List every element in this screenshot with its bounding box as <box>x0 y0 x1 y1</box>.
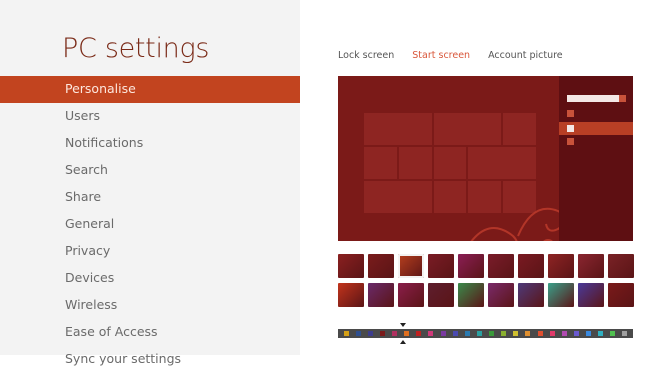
color-swatch[interactable] <box>452 331 458 336</box>
tile <box>433 147 467 179</box>
charm-square <box>567 138 574 145</box>
color-swatch[interactable] <box>440 331 446 336</box>
sidebar-item-devices[interactable]: Devices <box>0 265 300 292</box>
sidebar-item-search[interactable]: Search <box>0 157 300 184</box>
color-swatch[interactable] <box>476 331 482 336</box>
color-swatch[interactable] <box>586 331 592 336</box>
color-slider-thumb-bottom[interactable] <box>400 340 406 344</box>
tile <box>364 181 432 213</box>
settings-nav: Personalise Users Notifications Search Share… <box>0 76 300 373</box>
sidebar: PC settings Personalise Users Notification… <box>0 0 300 366</box>
sidebar-item-general[interactable]: General <box>0 211 300 238</box>
color-swatch[interactable] <box>610 331 616 336</box>
color-swatch[interactable] <box>525 331 531 336</box>
tile <box>468 147 536 179</box>
charms-panel <box>559 76 633 241</box>
sidebar-item-share[interactable]: Share <box>0 184 300 211</box>
tab-lock-screen[interactable]: Lock screen <box>338 50 394 61</box>
color-swatch[interactable] <box>343 331 349 336</box>
sidebar-item-privacy[interactable]: Privacy <box>0 238 300 265</box>
start-screen-preview <box>338 76 633 241</box>
tile <box>433 113 502 145</box>
sidebar-item-ease-of-access[interactable]: Ease of Access <box>0 319 300 346</box>
pattern-thumbnail[interactable] <box>488 283 514 307</box>
pattern-thumbnail[interactable] <box>338 254 364 278</box>
tile <box>364 147 397 179</box>
pattern-thumbnail[interactable] <box>458 254 484 278</box>
pattern-thumbnail[interactable] <box>428 254 454 278</box>
pattern-thumbnail[interactable] <box>458 283 484 307</box>
tile <box>364 113 432 145</box>
sidebar-item-personalise[interactable]: Personalise <box>0 76 300 103</box>
color-swatch[interactable] <box>392 331 398 336</box>
pattern-thumbnail[interactable] <box>338 283 364 307</box>
pattern-thumbnail[interactable] <box>578 283 604 307</box>
color-swatch[interactable] <box>537 331 543 336</box>
color-slider-thumb-top[interactable] <box>400 323 406 327</box>
sidebar-item-wireless[interactable]: Wireless <box>0 292 300 319</box>
pattern-thumbnail[interactable] <box>548 283 574 307</box>
tile <box>503 113 536 145</box>
color-swatch[interactable] <box>428 331 434 336</box>
pattern-thumbnail[interactable] <box>578 254 604 278</box>
color-swatch[interactable] <box>404 331 410 336</box>
color-swatch[interactable] <box>416 331 422 336</box>
color-swatch[interactable] <box>489 331 495 336</box>
page-title: PC settings <box>62 33 210 64</box>
pattern-thumbnail[interactable] <box>368 254 394 278</box>
color-swatch[interactable] <box>501 331 507 336</box>
charm-square <box>567 125 574 132</box>
tab-start-screen[interactable]: Start screen <box>412 50 470 61</box>
pattern-thumbnail[interactable] <box>518 283 544 307</box>
pattern-thumbnail[interactable] <box>518 254 544 278</box>
color-swatch[interactable] <box>513 331 519 336</box>
tile <box>398 147 432 179</box>
personalize-tabs: Lock screen Start screen Account picture <box>338 50 563 61</box>
pattern-thumbnail[interactable] <box>488 254 514 278</box>
color-swatch[interactable] <box>549 331 555 336</box>
background-pattern-picker <box>338 254 634 307</box>
sidebar-item-notifications[interactable]: Notifications <box>0 130 300 157</box>
color-swatch[interactable] <box>379 331 385 336</box>
pattern-thumbnail[interactable] <box>368 283 394 307</box>
color-swatch[interactable] <box>598 331 604 336</box>
charm-square <box>619 95 626 102</box>
color-swatch[interactable] <box>464 331 470 336</box>
pattern-thumbnail[interactable] <box>608 254 634 278</box>
tab-account-picture[interactable]: Account picture <box>488 50 563 61</box>
charm-bar <box>567 95 619 102</box>
sidebar-item-users[interactable]: Users <box>0 103 300 130</box>
color-swatch[interactable] <box>622 331 628 336</box>
color-swatch[interactable] <box>573 331 579 336</box>
pattern-thumbnail[interactable] <box>548 254 574 278</box>
color-swatch[interactable] <box>561 331 567 336</box>
pattern-thumbnail[interactable] <box>428 283 454 307</box>
main-panel: Lock screen Start screen Account picture <box>300 0 669 355</box>
sidebar-item-sync-your-settings[interactable]: Sync your settings <box>0 346 300 373</box>
pattern-thumbnail[interactable] <box>398 283 424 307</box>
color-swatch[interactable] <box>355 331 361 336</box>
color-slider[interactable] <box>338 329 633 338</box>
color-swatch[interactable] <box>367 331 373 336</box>
pattern-thumbnail[interactable] <box>608 283 634 307</box>
charm-square <box>567 110 574 117</box>
pattern-thumbnail[interactable] <box>398 254 424 278</box>
